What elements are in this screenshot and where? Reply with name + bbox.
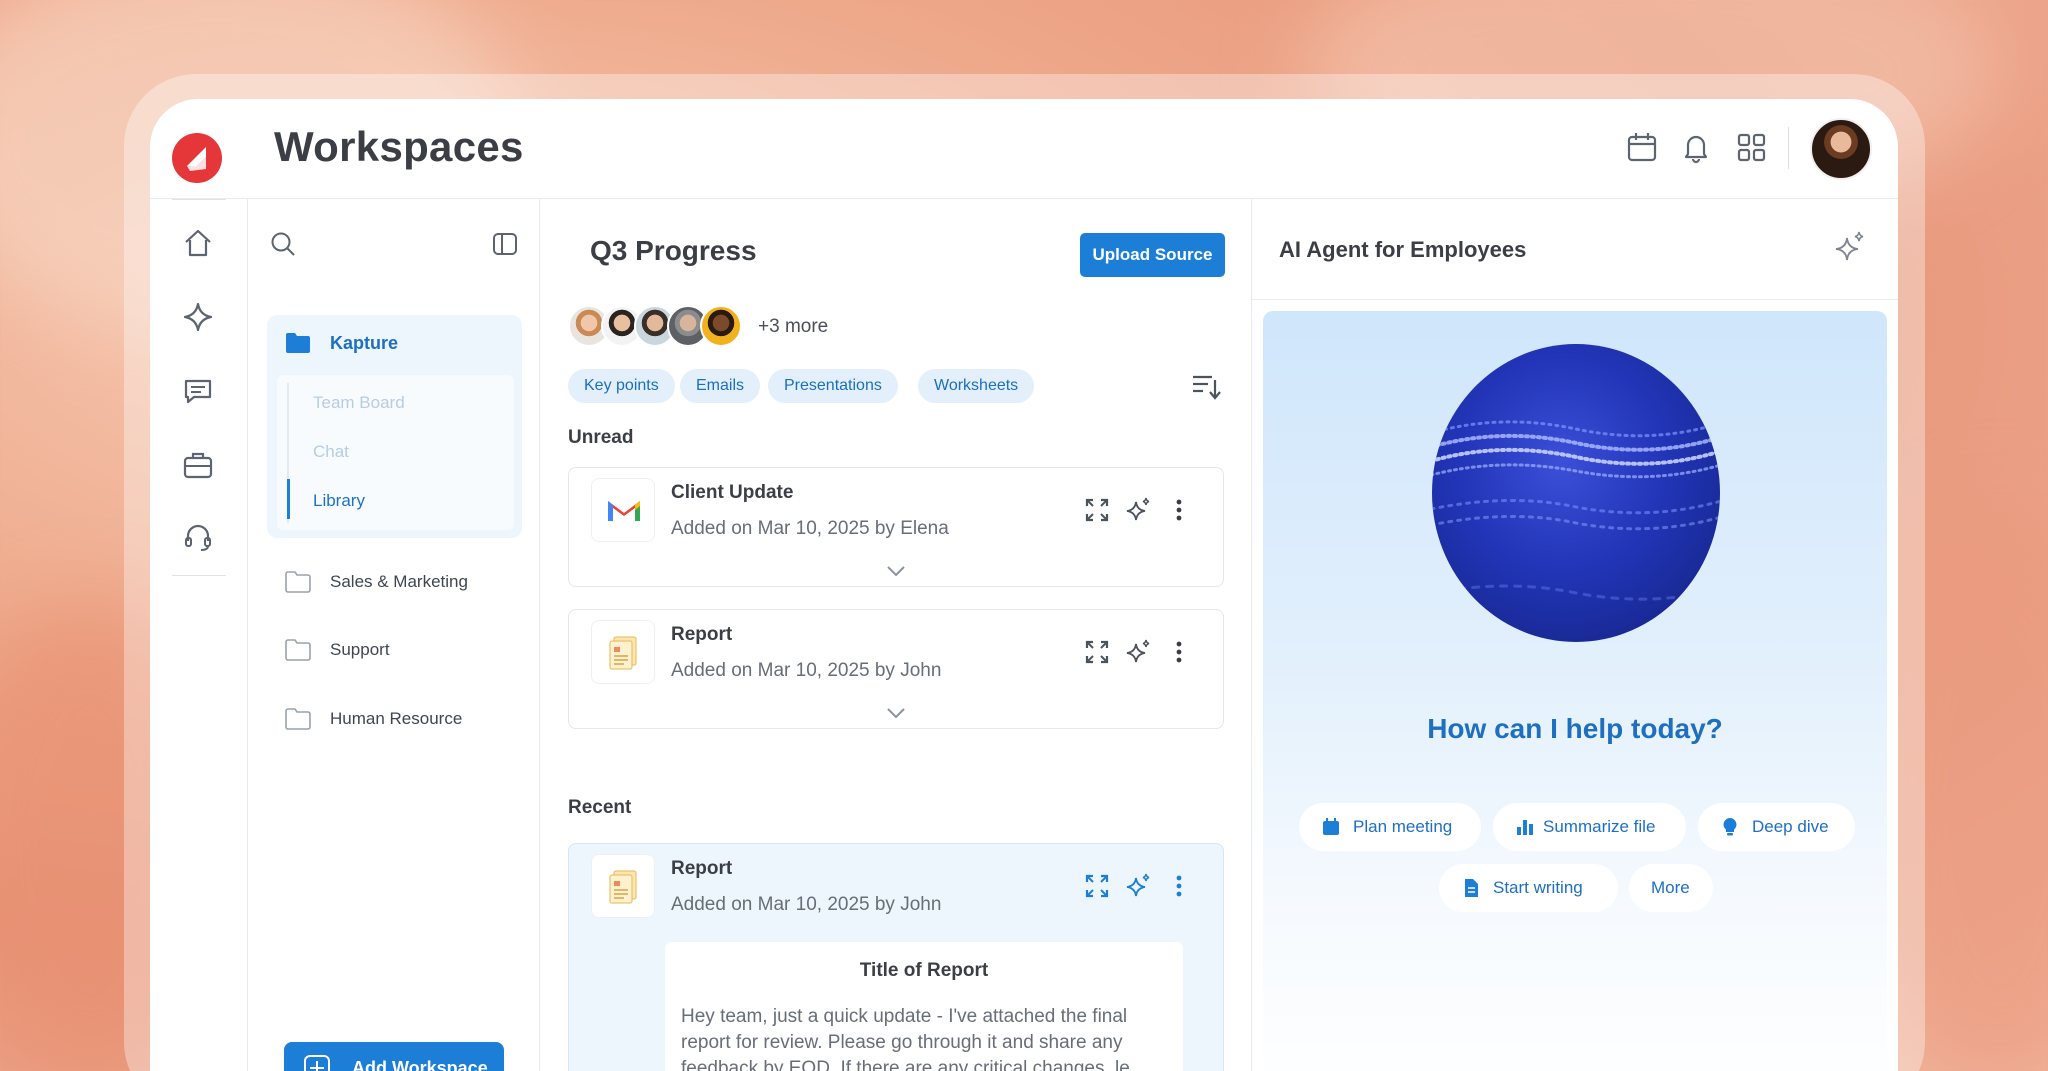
folder-icon — [286, 333, 310, 353]
workspace-item-kapture[interactable]: Kapture — [267, 315, 522, 375]
ai-assistant-card: How can I help today? Plan meeting Summa… — [1263, 311, 1887, 1071]
add-workspace-button[interactable]: Add Workspace — [284, 1042, 504, 1071]
rail-divider-top — [172, 199, 226, 200]
action-deep-dive[interactable]: Deep dive — [1698, 803, 1855, 851]
filter-chip-key-points[interactable]: Key points — [568, 369, 675, 403]
search-icon[interactable] — [268, 229, 298, 259]
add-workspace-label: Add Workspace — [352, 1058, 488, 1071]
upload-source-button[interactable]: Upload Source — [1080, 233, 1225, 277]
ai-sparkle-icon[interactable] — [1124, 638, 1152, 666]
action-summarize-file[interactable]: Summarize file — [1493, 803, 1686, 851]
action-label: Plan meeting — [1353, 817, 1453, 836]
ai-sparkle-icon[interactable] — [1832, 229, 1868, 265]
board-title: Q3 Progress — [590, 235, 757, 266]
subnav-item-chat[interactable]: Chat — [313, 442, 349, 462]
subnav-item-library[interactable]: Library — [313, 491, 365, 511]
chevron-down-icon[interactable] — [885, 706, 907, 720]
bell-icon[interactable] — [1678, 129, 1714, 165]
card-title: Report — [671, 624, 733, 645]
workspace-label: Support — [330, 640, 390, 659]
member-avatar[interactable] — [700, 305, 742, 347]
calendar-icon — [1323, 818, 1339, 835]
subnav-item-team-board[interactable]: Team Board — [313, 393, 405, 413]
ai-sparkle-icon[interactable] — [1124, 872, 1152, 900]
filter-chip-emails[interactable]: Emails — [680, 369, 761, 403]
user-avatar[interactable] — [1810, 118, 1872, 180]
document-icon — [1465, 879, 1478, 897]
workspace-item-support[interactable]: Support — [285, 635, 515, 665]
more-vertical-icon[interactable] — [1165, 638, 1193, 666]
action-label: Start writing — [1493, 878, 1583, 897]
more-vertical-icon[interactable] — [1165, 496, 1193, 524]
unread-section-label: Unread — [568, 427, 634, 448]
folder-icon — [285, 708, 311, 730]
plus-icon — [304, 1055, 330, 1071]
gmail-icon — [591, 478, 655, 542]
ai-panel-title: AI Agent for Employees — [1279, 237, 1527, 262]
action-more[interactable]: More — [1629, 864, 1713, 912]
action-label: Summarize file — [1543, 817, 1656, 836]
ai-agent-panel: AI Agent for Employees How can I help to… — [1252, 199, 1898, 1071]
workspace-item-human-resource[interactable]: Human Resource — [285, 704, 515, 734]
ai-prompt-heading: How can I help today? — [1427, 713, 1723, 744]
report-preview: Title of Report Hey team, just a quick u… — [665, 942, 1183, 1071]
card-subtitle: Added on Mar 10, 2025 by John — [671, 660, 942, 681]
expand-icon[interactable] — [1083, 872, 1111, 900]
card-title: Client Update — [671, 482, 794, 503]
expand-icon[interactable] — [1083, 496, 1111, 524]
report-preview-body: Hey team, just a quick update - I've att… — [681, 1006, 1130, 1071]
brand-logo[interactable] — [172, 133, 222, 183]
action-label: More — [1651, 878, 1690, 897]
top-divider — [1788, 127, 1789, 169]
recent-section-label: Recent — [568, 797, 632, 818]
center-panel: Q3 Progress Upload Source +3 more Key po… — [540, 199, 1252, 1071]
more-vertical-icon[interactable] — [1165, 872, 1193, 900]
ai-header-divider — [1252, 299, 1898, 300]
workspace-label: Human Resource — [330, 709, 463, 728]
bar-chart-icon — [1517, 820, 1533, 835]
calendar-icon[interactable] — [1624, 129, 1660, 165]
workspace-label: Sales & Marketing — [330, 572, 468, 591]
home-icon[interactable] — [180, 225, 216, 261]
workspace-group-kapture: Kapture Team Board Chat Library — [267, 315, 522, 538]
chat-icon[interactable] — [180, 373, 216, 409]
source-card[interactable]: Client Update Added on Mar 10, 2025 by E… — [568, 467, 1224, 587]
page-title: Workspaces — [274, 123, 524, 170]
more-members-link[interactable]: +3 more — [758, 316, 828, 338]
sidebar-toggle-icon[interactable] — [490, 229, 520, 259]
headset-icon[interactable] — [180, 519, 216, 555]
lightbulb-icon — [1723, 818, 1737, 836]
top-bar: Workspaces — [150, 99, 1898, 199]
filter-chip-presentations[interactable]: Presentations — [768, 369, 898, 403]
report-icon — [591, 854, 655, 918]
report-preview-title: Title of Report — [859, 960, 989, 981]
subnav-active-indicator — [287, 479, 290, 519]
action-label: Deep dive — [1752, 817, 1829, 836]
workspace-label: Kapture — [330, 333, 399, 353]
ai-sparkle-icon[interactable] — [1124, 496, 1152, 524]
folder-icon — [285, 571, 311, 593]
ai-orb-visual — [1432, 344, 1720, 642]
source-card[interactable]: Report Added on Mar 10, 2025 by John — [568, 609, 1224, 729]
card-title: Report — [671, 858, 733, 879]
briefcase-icon[interactable] — [180, 447, 216, 483]
folder-icon — [285, 639, 311, 661]
workspace-panel: Kapture Team Board Chat Library Sales & … — [248, 199, 540, 1071]
app-window: Workspaces Kapture Team Board Chat Libra… — [150, 99, 1898, 1071]
card-subtitle: Added on Mar 10, 2025 by Elena — [671, 518, 949, 539]
sort-icon[interactable] — [1190, 371, 1222, 401]
rail-divider-bottom — [172, 575, 226, 576]
workspace-item-sales-marketing[interactable]: Sales & Marketing — [285, 567, 515, 597]
sparkle-icon[interactable] — [180, 299, 216, 335]
report-icon — [591, 620, 655, 684]
apps-grid-icon[interactable] — [1733, 129, 1769, 165]
chevron-down-icon[interactable] — [885, 564, 907, 578]
workspace-subnav: Team Board Chat Library — [277, 375, 514, 530]
source-card-expanded[interactable]: Report Added on Mar 10, 2025 by John Tit… — [568, 843, 1224, 1071]
card-subtitle: Added on Mar 10, 2025 by John — [671, 894, 942, 915]
action-plan-meeting[interactable]: Plan meeting — [1299, 803, 1481, 851]
filter-chip-worksheets[interactable]: Worksheets — [918, 369, 1035, 403]
action-start-writing[interactable]: Start writing — [1439, 864, 1618, 912]
expand-icon[interactable] — [1083, 638, 1111, 666]
